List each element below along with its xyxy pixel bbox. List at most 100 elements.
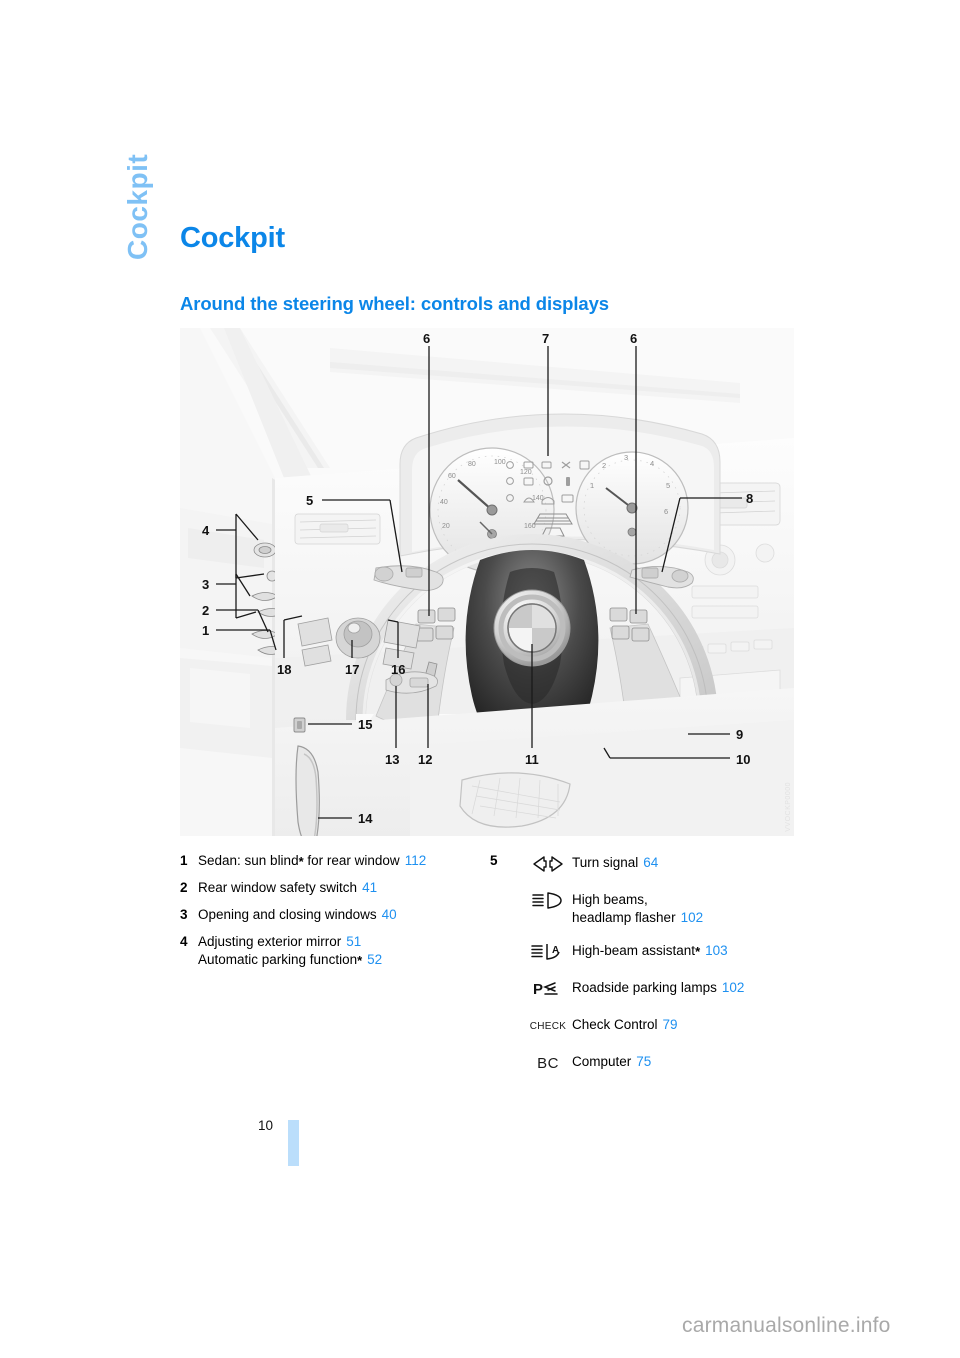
- legend-item-1: 1 Sedan: sun blind* for rear window 112: [180, 852, 470, 870]
- callout-7: 7: [542, 331, 549, 346]
- figure-code: VVOCKP0000: [785, 782, 792, 832]
- legend-label: High-beam assistant: [572, 943, 696, 958]
- legend-item-5-high-beam-assistant: A High-beam assistant* 103: [490, 940, 800, 964]
- page-reference[interactable]: 51: [346, 934, 361, 949]
- callout-17: 17: [345, 662, 359, 677]
- bc-glyph-label: BC: [537, 1054, 559, 1072]
- legend-number: 1: [180, 853, 188, 868]
- high-beam-assistant-icon: A: [524, 940, 572, 964]
- legend-item-2: 2 Rear window safety switch 41: [180, 879, 470, 897]
- legend-label: Opening and closing windows: [198, 907, 377, 922]
- svg-text:80: 80: [468, 461, 476, 468]
- legend-label: Adjusting exterior mirror: [198, 934, 342, 949]
- legend-text: Roadside parking lamps 102: [572, 977, 800, 997]
- callout-18: 18: [277, 662, 291, 677]
- legend-text: High-beam assistant* 103: [572, 940, 800, 960]
- callout-16: 16: [391, 662, 405, 677]
- legend-item-5-roadside-parking-lamps: P Roadside parking lamps 102: [490, 977, 800, 1001]
- page-reference[interactable]: 79: [663, 1017, 678, 1032]
- legend-label: Check Control: [572, 1017, 658, 1032]
- legend-label: Sedan: sun blind: [198, 853, 299, 868]
- legend-text: High beams, headlamp flasher 102: [572, 889, 800, 927]
- legend-label: Computer: [572, 1054, 632, 1069]
- legend-item-5-high-beams: High beams, headlamp flasher 102: [490, 889, 800, 927]
- legend-line: High beams,: [572, 891, 800, 909]
- callout-3: 3: [202, 577, 209, 592]
- svg-text:6: 6: [664, 507, 668, 516]
- page-reference[interactable]: 112: [405, 853, 427, 868]
- callout-13: 13: [385, 752, 399, 767]
- legend-label-cont: for rear window: [303, 853, 400, 868]
- svg-text:5: 5: [666, 481, 670, 490]
- page-title: Cockpit: [180, 222, 285, 254]
- callout-4: 4: [202, 523, 210, 538]
- page-reference[interactable]: 102: [722, 980, 745, 995]
- turn-signal-icon: [524, 852, 572, 876]
- svg-text:P: P: [533, 981, 543, 998]
- svg-text:4: 4: [650, 459, 654, 468]
- svg-text:100: 100: [494, 459, 506, 466]
- callout-15: 15: [358, 717, 372, 732]
- svg-text:1: 1: [590, 481, 594, 490]
- page-reference[interactable]: 41: [362, 880, 377, 895]
- check-control-icon: CHECK: [524, 1014, 572, 1038]
- legend-label: Roadside parking lamps: [572, 980, 717, 995]
- legend-number: 3: [180, 907, 188, 922]
- callout-2: 2: [202, 603, 209, 618]
- callout-14: 14: [358, 811, 373, 826]
- page-reference[interactable]: 40: [382, 907, 397, 922]
- legend-left-column: 1 Sedan: sun blind* for rear window 112 2…: [180, 852, 470, 978]
- legend-label: High beams,: [572, 892, 648, 907]
- page-number: 10: [258, 1118, 274, 1133]
- callout-12: 12: [418, 752, 432, 767]
- legend-right-column: 5 Turn signal 64 High beams, headlamp fl…: [490, 852, 800, 1088]
- option-asterisk: *: [695, 944, 701, 959]
- svg-text:A: A: [552, 945, 559, 956]
- svg-text:120: 120: [520, 469, 532, 476]
- computer-bc-icon: BC: [524, 1051, 572, 1075]
- legend-line: Adjusting exterior mirror 51: [198, 933, 470, 951]
- page-reference[interactable]: 102: [681, 910, 704, 925]
- legend-item-5-computer: BC Computer 75: [490, 1051, 800, 1075]
- chapter-tab: Cockpit: [122, 153, 153, 260]
- legend-line: headlamp flasher 102: [572, 909, 800, 927]
- callout-6b: 6: [630, 331, 637, 346]
- legend-text: Opening and closing windows 40: [198, 906, 470, 924]
- legend-label-cont: headlamp flasher: [572, 910, 676, 925]
- page-reference[interactable]: 75: [636, 1054, 651, 1069]
- svg-text:3: 3: [624, 453, 628, 462]
- legend-text: Computer 75: [572, 1051, 800, 1071]
- legend-line: Automatic parking function* 52: [198, 951, 470, 969]
- svg-text:40: 40: [440, 499, 448, 506]
- svg-text:2: 2: [602, 461, 606, 470]
- legend-text: Adjusting exterior mirror 51 Automatic pa…: [198, 933, 470, 969]
- page-reference[interactable]: 64: [643, 855, 658, 870]
- legend-number: 2: [180, 880, 188, 895]
- legend-label: Rear window safety switch: [198, 880, 358, 895]
- callout-11: 11: [525, 752, 539, 767]
- watermark: carmanualsonline.info: [682, 1314, 891, 1337]
- section-heading: Around the steering wheel: controls and …: [180, 293, 609, 314]
- high-beams-icon: [524, 889, 572, 913]
- page-marker-bar: [288, 1120, 299, 1166]
- callout-5: 5: [306, 493, 313, 508]
- legend-label: Automatic parking function: [198, 952, 358, 967]
- legend-text: Turn signal 64: [572, 852, 800, 872]
- callout-1: 1: [202, 623, 209, 638]
- legend-item-5-check-control: CHECK Check Control 79: [490, 1014, 800, 1038]
- roadside-parking-lamps-icon: P: [524, 977, 572, 1001]
- page-reference[interactable]: 52: [367, 952, 382, 967]
- legend-number: 5: [490, 853, 498, 868]
- page-reference[interactable]: 103: [705, 943, 728, 958]
- legend-item-5-turn-signal: 5 Turn signal 64: [490, 852, 800, 876]
- callout-9: 9: [736, 727, 743, 742]
- check-glyph-label: CHECK: [529, 1020, 567, 1032]
- legend-text: Rear window safety switch 41: [198, 879, 470, 897]
- cockpit-illustration: 60 80 100 120 140 160 20 40 2 3 4 5 6 1: [180, 328, 794, 836]
- legend-item-3: 3 Opening and closing windows 40: [180, 906, 470, 924]
- option-asterisk: *: [298, 854, 304, 869]
- option-asterisk: *: [357, 953, 363, 968]
- legend-label: Turn signal: [572, 855, 639, 870]
- svg-text:60: 60: [448, 473, 456, 480]
- callout-8: 8: [746, 491, 753, 506]
